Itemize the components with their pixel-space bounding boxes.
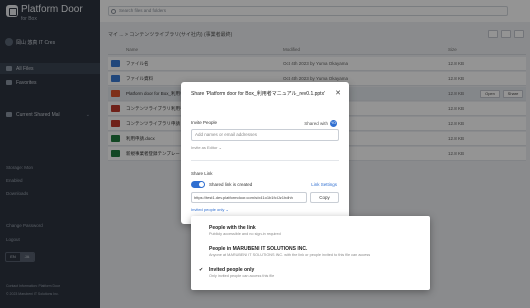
link-access-menu: People with the link Publicly accessible… — [191, 216, 430, 290]
link-created-text: Shared link is created — [209, 182, 253, 187]
divider — [191, 160, 339, 161]
option-description: Publicly accessible and no sign-in requi… — [209, 232, 281, 236]
close-icon[interactable]: ✕ — [335, 89, 341, 97]
shared-with-label: Shared with — [304, 121, 328, 126]
option-title: People in MARUBENI IT SOLUTIONS INC. — [209, 246, 308, 252]
checkmark-icon: ✔ — [199, 267, 204, 273]
invite-input[interactable]: Add names or email addresses — [191, 129, 339, 141]
share-link-toggle[interactable] — [191, 181, 205, 188]
option-title: Invited people only — [209, 267, 255, 273]
invite-role-dropdown[interactable]: Invite as Editor ⌄ — [191, 145, 222, 150]
option-description: Anyone at MARUBENI IT SOLUTIONS INC. wit… — [209, 253, 371, 257]
shared-with[interactable]: Shared with YO — [304, 120, 337, 127]
share-link-label: Share Link — [191, 171, 213, 176]
option-invited-people-only[interactable]: Invited people only Only invited people … — [209, 267, 274, 278]
option-title: People with the link — [209, 225, 256, 231]
option-people-in-company[interactable]: People in MARUBENI IT SOLUTIONS INC. Any… — [209, 246, 370, 257]
share-dialog: Share 'Platform door for Box_利用者マニュアル_re… — [181, 82, 349, 224]
dialog-title: Share 'Platform door for Box_利用者マニュアル_re… — [191, 91, 326, 97]
shared-link-field[interactable]: https://test1.dev.platformdoor.com/s/x41… — [191, 192, 307, 203]
link-settings-link[interactable]: Link Settings — [311, 182, 337, 187]
option-people-with-link[interactable]: People with the link Publicly accessible… — [209, 225, 281, 236]
option-description: Only invited people can access this file — [209, 274, 275, 278]
link-access-dropdown[interactable]: Invited people only ⌄ — [191, 207, 229, 212]
invite-people-label: Invite People — [191, 120, 218, 125]
collaborator-avatar: YO — [330, 120, 337, 127]
copy-button[interactable]: Copy — [310, 192, 339, 203]
